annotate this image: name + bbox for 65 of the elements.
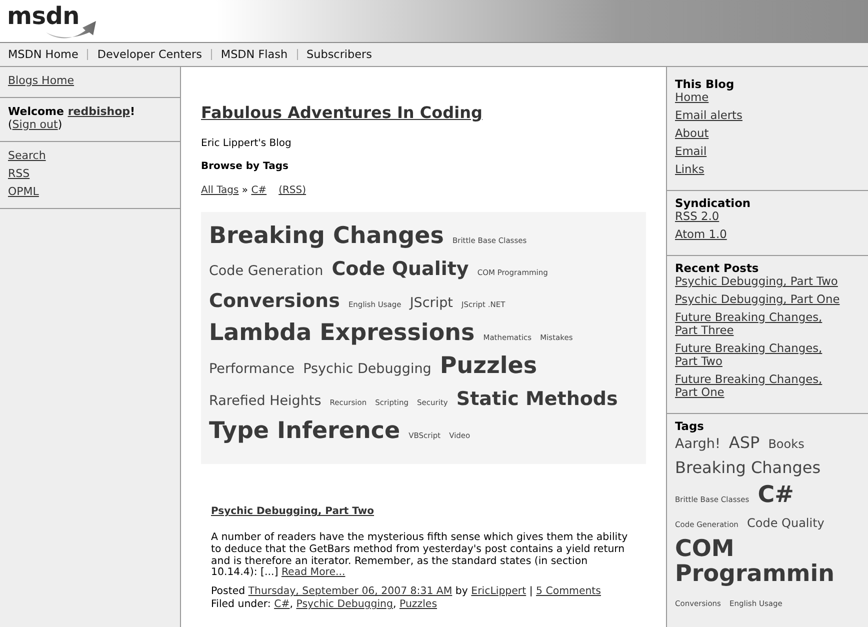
tag-link[interactable]: COM Programmin — [675, 537, 838, 588]
recent-post-link[interactable]: Future Breaking Changes, Part Three — [675, 311, 844, 337]
tag-link[interactable]: Puzzles — [440, 354, 538, 380]
tag-link[interactable]: Rarefied Heights — [209, 394, 322, 409]
tag-link[interactable]: Lambda Expressions — [209, 321, 475, 346]
post-excerpt: A number of readers have the mysterious fifth sense which gives them the ability to deduce that the GetBars method from yesterday's post contains a yield return and is therefore an iterator. Remember, as the standard states (in section 10.14.4): [...] Read More... — [211, 532, 629, 580]
tag-link[interactable]: Aargh! — [675, 437, 720, 452]
recent-post-link[interactable]: Future Breaking Changes, Part Two — [675, 342, 844, 368]
tag-link[interactable]: Psychic Debugging — [303, 362, 432, 377]
nav-link[interactable]: Developer Centers — [97, 48, 202, 61]
tag-link[interactable]: C# — [758, 483, 794, 508]
comments-link[interactable]: 5 Comments — [536, 586, 601, 598]
blog-subtitle: Eric Lippert's Blog — [201, 137, 292, 150]
tag-link[interactable]: Puzzles — [399, 599, 438, 610]
browse-heading: Browse by Tags — [201, 160, 288, 173]
recent-post-link[interactable]: Psychic Debugging, Part One — [675, 293, 840, 306]
tag-link[interactable]: Static Methods — [456, 389, 618, 410]
sidebar-link[interactable]: OPML — [8, 185, 39, 198]
section-heading: Recent Posts — [675, 262, 759, 275]
section-heading: This Blog — [675, 78, 734, 91]
sign-out-link[interactable]: Sign out — [12, 118, 58, 131]
nav-link[interactable]: MSDN Home — [8, 48, 78, 61]
section-heading: Syndication — [675, 197, 751, 210]
tag-link[interactable]: Conversions — [209, 291, 340, 312]
sidebar-link[interactable]: Email — [675, 145, 707, 158]
tag-link[interactable]: Psychic Debugging — [296, 599, 393, 610]
breadcrumb-link[interactable]: C# — [251, 185, 267, 196]
post-date-link[interactable]: Thursday, September 06, 2007 8:31 AM — [248, 586, 452, 598]
tag-link[interactable]: Code Generation — [209, 264, 324, 279]
tag-link[interactable]: C# — [274, 599, 290, 610]
nav-link[interactable]: MSDN Flash — [220, 48, 288, 61]
breadcrumb-link[interactable]: All Tags — [201, 185, 239, 196]
sidebar-link[interactable]: RSS 2.0 — [675, 210, 720, 223]
tag-link[interactable]: Code Quality — [332, 259, 469, 280]
recent-post-link[interactable]: Psychic Debugging, Part Two — [675, 275, 838, 288]
sidebar-link[interactable]: Atom 1.0 — [675, 228, 727, 241]
tag-link[interactable]: ASP — [728, 434, 760, 452]
sidebar-link[interactable]: About — [675, 127, 709, 140]
sidebar-link[interactable]: Blogs Home — [8, 74, 74, 87]
tag-link[interactable]: JScript — [410, 296, 453, 311]
read-more-link[interactable]: Read More... — [281, 567, 346, 578]
sidebar-link[interactable]: RSS — [8, 167, 30, 180]
post-meta-text: Posted Thursday, September 06, 2007 8:31 AM by EricLippert | 5 Comments — [211, 585, 601, 598]
rss-link[interactable]: (RSS) — [278, 185, 306, 196]
tag-link[interactable]: Code Quality — [746, 517, 824, 530]
author-link[interactable]: EricLippert — [471, 586, 526, 598]
tag-link[interactable]: Books — [768, 438, 804, 452]
nav-link[interactable]: Subscribers — [306, 48, 372, 61]
breadcrumb: All Tags » C# (RSS) — [201, 184, 306, 197]
logo-text: msdn — [7, 2, 80, 30]
recent-post-link[interactable]: Future Breaking Changes, Part One — [675, 373, 844, 399]
post-tags-text: Filed under: C#, Psychic Debugging, Puzzles — [211, 598, 438, 612]
sidebar-link[interactable]: Home — [675, 91, 709, 104]
tag-link[interactable]: Breaking Changes — [675, 459, 821, 477]
sidebar-link[interactable]: Links — [675, 163, 704, 176]
welcome-text: Welcome redbishop! (Sign out) — [8, 105, 136, 131]
username-link[interactable]: redbishop — [68, 105, 130, 118]
sidebar-link[interactable]: Search — [8, 149, 46, 162]
section-heading: Tags — [675, 420, 704, 433]
blog-title-link[interactable]: Fabulous Adventures In Coding — [201, 103, 482, 122]
tag-link[interactable]: Type Inference — [209, 419, 400, 444]
tag-link[interactable]: Performance — [209, 362, 295, 377]
sidebar-link[interactable]: Email alerts — [675, 109, 742, 122]
tag-link[interactable]: Breaking Changes — [209, 224, 444, 250]
post-title-link[interactable]: Psychic Debugging, Part Two — [211, 506, 374, 517]
